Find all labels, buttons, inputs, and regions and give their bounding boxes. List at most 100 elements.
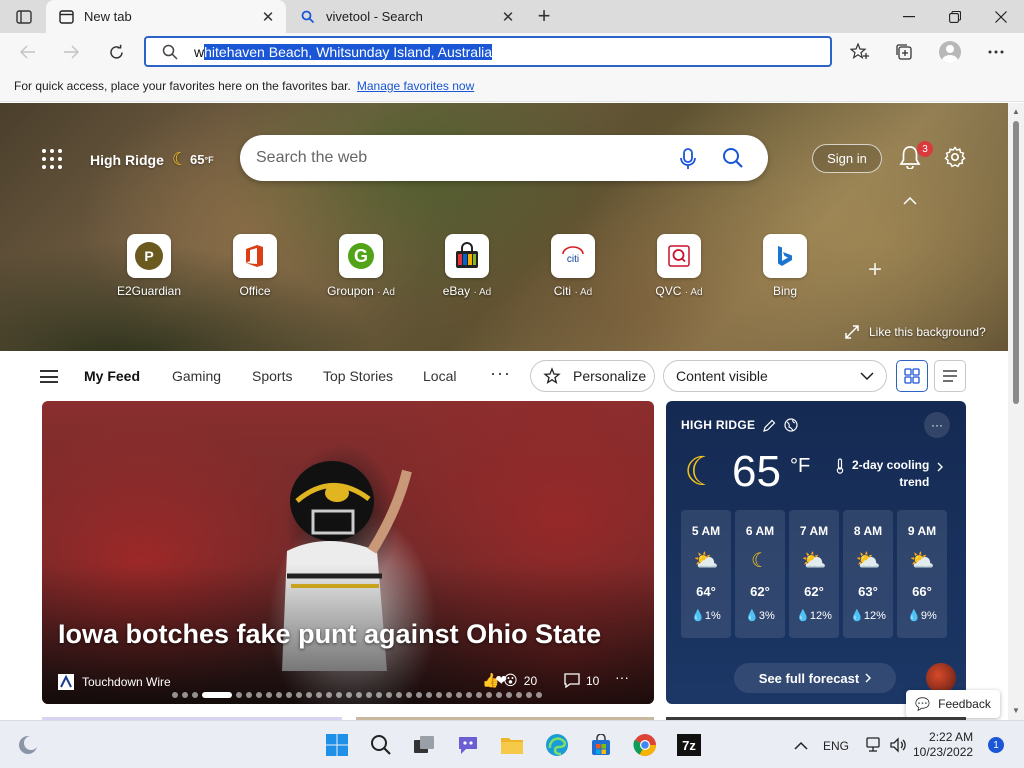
show-hidden-icons-button[interactable] — [789, 733, 813, 757]
search-input[interactable] — [256, 149, 656, 167]
forecast-hour[interactable]: 9 AM ⛅ 66° 💧9% — [897, 510, 947, 638]
office-icon — [233, 234, 277, 278]
close-window-button[interactable] — [978, 0, 1024, 33]
forecast-hour[interactable]: 6 AM ☾ 62° 💧3% — [735, 510, 785, 638]
quick-link-e2guardian[interactable]: P E2Guardian — [96, 234, 202, 304]
file-explorer-button[interactable] — [500, 733, 524, 757]
task-view-button[interactable] — [412, 733, 436, 757]
7zip-button[interactable]: 7z — [677, 733, 701, 757]
search-icon — [162, 44, 180, 60]
content-visibility-select[interactable]: Content visible — [663, 360, 887, 392]
address-bar[interactable]: whitehaven Beach, Whitsunday Island, Aus… — [144, 36, 832, 67]
scroll-down-icon[interactable]: ▼ — [1012, 706, 1020, 715]
forecast-hour[interactable]: 7 AM ⛅ 62° 💧12% — [789, 510, 839, 638]
notification-center-badge[interactable]: 1 — [988, 737, 1004, 753]
ebay-icon — [445, 234, 489, 278]
precipitation: 💧1% — [691, 610, 721, 622]
chevron-up-icon[interactable] — [903, 194, 917, 208]
page-settings-button[interactable] — [944, 146, 966, 168]
page-scrollbar[interactable]: ▲ ▼ — [1008, 103, 1024, 720]
minimize-button[interactable] — [886, 0, 932, 33]
settings-more-button[interactable] — [982, 38, 1010, 66]
sign-in-button[interactable]: Sign in — [812, 144, 882, 173]
temperature-unit: °F — [204, 154, 214, 165]
new-tab-button[interactable]: + — [532, 3, 556, 28]
card-headline[interactable]: Iowa botches fake punt against Ohio Stat… — [58, 619, 601, 650]
language-indicator[interactable]: ENG — [823, 739, 849, 753]
search-icon[interactable] — [722, 147, 744, 169]
grid-view-button[interactable] — [896, 360, 928, 392]
restore-button[interactable] — [932, 0, 978, 33]
widgets-button[interactable] — [16, 733, 40, 757]
feed-tab-sports[interactable]: Sports — [252, 368, 292, 384]
quick-link-qvc[interactable]: QVC · Ad — [626, 234, 732, 304]
featured-news-card[interactable]: Iowa botches fake punt against Ohio Stat… — [42, 401, 654, 704]
tab-vivetool-search[interactable]: vivetool - Search ✕ — [288, 0, 526, 33]
back-button[interactable] — [14, 38, 42, 66]
weather-summary[interactable]: High Ridge ☾ 65 °F — [90, 149, 214, 170]
collections-button[interactable] — [890, 38, 918, 66]
feed-tab-top-stories[interactable]: Top Stories — [323, 368, 393, 384]
weather-card[interactable]: HIGH RIDGE ··· ☾ 65 °F 2-day cooling tre… — [666, 401, 966, 704]
web-search-box[interactable] — [240, 135, 768, 181]
edge-button[interactable] — [545, 733, 569, 757]
browser-toolbar: whitehaven Beach, Whitsunday Island, Aus… — [0, 33, 1024, 71]
personalize-button[interactable]: Personalize — [530, 360, 655, 392]
notifications-button[interactable]: 3 — [899, 141, 933, 170]
forecast-hour[interactable]: 5 AM ⛅ 64° 💧1% — [681, 510, 731, 638]
quick-link-groupon[interactable]: G Groupon · Ad — [308, 234, 414, 304]
chrome-icon — [633, 734, 656, 756]
quick-link-citi[interactable]: citi Citi · Ad — [520, 234, 626, 304]
tab-close-button[interactable]: ✕ — [496, 5, 520, 29]
feed-navigation: My Feed Gaming Sports Top Stories Local … — [0, 351, 1008, 399]
comments-button[interactable]: 10 — [564, 673, 599, 688]
globe-icon[interactable] — [784, 418, 798, 432]
card-source[interactable]: Touchdown Wire — [58, 674, 171, 690]
more-tabs-icon[interactable]: ··· — [490, 363, 511, 384]
add-quick-link-button[interactable]: + — [866, 258, 884, 282]
volume-icon[interactable] — [886, 733, 910, 757]
add-favorite-button[interactable] — [846, 38, 874, 66]
weather-more-icon[interactable]: ··· — [924, 412, 950, 438]
menu-icon[interactable] — [40, 370, 58, 383]
quick-link-office[interactable]: Office — [202, 234, 308, 304]
feed-tab-local[interactable]: Local — [423, 368, 456, 384]
forward-button[interactable] — [57, 38, 85, 66]
feed-tab-my-feed[interactable]: My Feed — [84, 368, 140, 384]
new-tab-icon — [58, 9, 74, 25]
start-button[interactable] — [325, 733, 349, 757]
microphone-icon[interactable] — [678, 148, 698, 169]
network-icon[interactable] — [862, 733, 886, 757]
card-more-icon[interactable]: ··· — [615, 669, 629, 685]
teams-chat-button[interactable] — [456, 733, 480, 757]
temperature-trend[interactable]: 2-day cooling trend — [836, 457, 944, 491]
system-clock[interactable]: 2:22 AM 10/23/2022 — [913, 730, 973, 760]
feed-tab-gaming[interactable]: Gaming — [172, 368, 221, 384]
forecast-hour[interactable]: 8 AM ⛅ 63° 💧12% — [843, 510, 893, 638]
manage-favorites-link[interactable]: Manage favorites now — [357, 79, 474, 93]
pencil-icon[interactable] — [763, 419, 776, 432]
see-full-forecast-button[interactable]: See full forecast — [734, 663, 896, 693]
refresh-button[interactable] — [102, 38, 130, 66]
tab-new-tab[interactable]: New tab ✕ — [46, 0, 286, 33]
quick-link-ebay[interactable]: eBay · Ad — [414, 234, 520, 304]
feedback-button[interactable]: 💬 Feedback — [906, 690, 1000, 718]
chrome-button[interactable] — [633, 733, 657, 757]
personalize-label: Personalize — [573, 368, 647, 384]
scrollbar-thumb[interactable] — [1013, 121, 1019, 404]
search-button[interactable] — [369, 733, 393, 757]
tab-strip: New tab ✕ vivetool - Search ✕ + — [0, 0, 1024, 33]
scroll-up-icon[interactable]: ▲ — [1012, 107, 1020, 116]
quick-link-bing[interactable]: Bing — [732, 234, 838, 304]
list-view-button[interactable] — [934, 360, 966, 392]
tab-close-button[interactable]: ✕ — [256, 5, 280, 29]
profile-button[interactable] — [936, 38, 964, 66]
like-background-button[interactable]: Like this background? — [845, 325, 986, 339]
star-plus-icon — [850, 43, 869, 59]
reactions-button[interactable]: 👍❤😮 20 — [482, 672, 537, 689]
tab-actions-button[interactable] — [10, 7, 38, 27]
microsoft-store-button[interactable] — [589, 733, 613, 757]
weather-promo-icon[interactable] — [926, 663, 956, 693]
address-input[interactable]: whitehaven Beach, Whitsunday Island, Aus… — [194, 43, 493, 60]
app-launcher-icon[interactable] — [42, 149, 62, 169]
